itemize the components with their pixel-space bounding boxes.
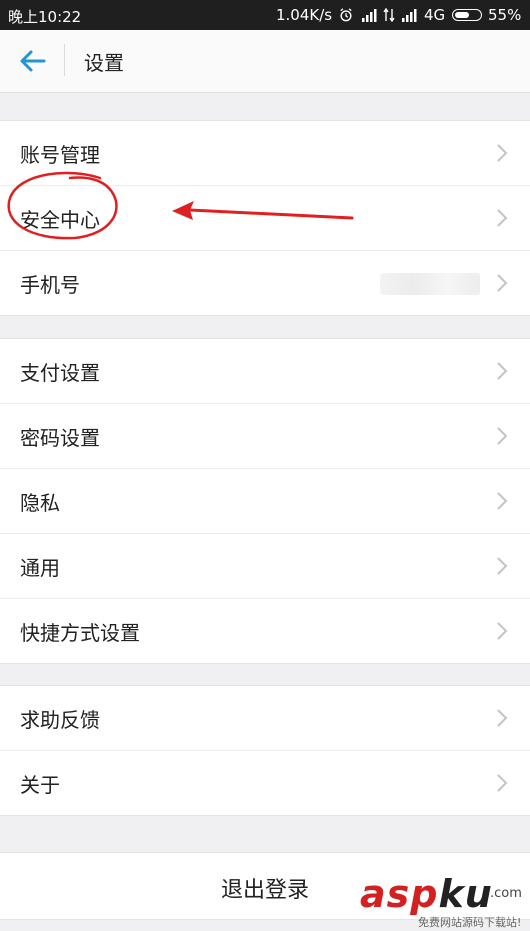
settings-item-account-management[interactable]: 账号管理 [0, 121, 530, 186]
watermark-com: .com [490, 886, 522, 901]
status-battery: 55% [488, 6, 522, 24]
status-time: 晚上10:22 [8, 8, 82, 26]
watermark-asp: asp [360, 872, 439, 916]
arrow-left-icon [20, 50, 46, 72]
settings-item-label: 关于 [20, 773, 60, 797]
settings-item-about[interactable]: 关于 [0, 751, 530, 815]
settings-item-label: 支付设置 [20, 361, 100, 385]
chevron-right-icon [497, 427, 508, 445]
app-header: 设置 [0, 30, 530, 93]
chevron-right-icon [497, 622, 508, 640]
chevron-right-icon [497, 774, 508, 792]
settings-item-phone-number[interactable]: 手机号 [0, 251, 530, 315]
status-bar: 晚上10:22 1.04K/s 4G 55% [0, 0, 530, 30]
settings-item-general[interactable]: 通用 [0, 534, 530, 599]
signal-icon [362, 9, 377, 22]
data-transfer-icon [383, 8, 395, 22]
watermark-logo: aspku .com 免费网站源码下载站! [360, 872, 530, 929]
settings-item-payment[interactable]: 支付设置 [0, 339, 530, 404]
chevron-right-icon [497, 144, 508, 162]
battery-icon [452, 9, 482, 21]
chevron-right-icon [497, 709, 508, 727]
chevron-right-icon [497, 274, 508, 292]
settings-item-password[interactable]: 密码设置 [0, 404, 530, 469]
settings-item-label: 账号管理 [20, 143, 100, 167]
settings-group-general: 支付设置 密码设置 隐私 通用 快捷方式设置 [0, 338, 530, 664]
settings-item-label: 通用 [20, 556, 60, 580]
settings-item-label: 安全中心 [20, 208, 100, 232]
settings-item-privacy[interactable]: 隐私 [0, 469, 530, 534]
settings-item-label: 密码设置 [20, 426, 100, 450]
settings-item-label: 快捷方式设置 [20, 621, 140, 645]
watermark-ku: ku [438, 872, 493, 916]
chevron-right-icon [497, 362, 508, 380]
settings-item-help-feedback[interactable]: 求助反馈 [0, 686, 530, 751]
page-title: 设置 [84, 51, 124, 75]
settings-item-label: 手机号 [20, 273, 80, 297]
blurred-phone-value [380, 273, 480, 295]
back-button[interactable] [14, 46, 50, 76]
alarm-icon [340, 8, 352, 22]
settings-item-shortcuts[interactable]: 快捷方式设置 [0, 599, 530, 663]
chevron-right-icon [497, 209, 508, 227]
settings-group-account: 账号管理 安全中心 手机号 [0, 120, 530, 316]
settings-item-label: 求助反馈 [20, 708, 100, 732]
chevron-right-icon [497, 557, 508, 575]
header-divider [64, 44, 65, 76]
settings-item-security-center[interactable]: 安全中心 [0, 186, 530, 251]
settings-group-help: 求助反馈 关于 [0, 685, 530, 816]
settings-item-label: 隐私 [20, 491, 60, 515]
chevron-right-icon [497, 492, 508, 510]
watermark-subtitle: 免费网站源码下载站! [418, 916, 522, 929]
signal-icon-2 [402, 9, 417, 22]
status-network: 4G [424, 6, 446, 24]
status-speed: 1.04K/s [276, 6, 333, 24]
